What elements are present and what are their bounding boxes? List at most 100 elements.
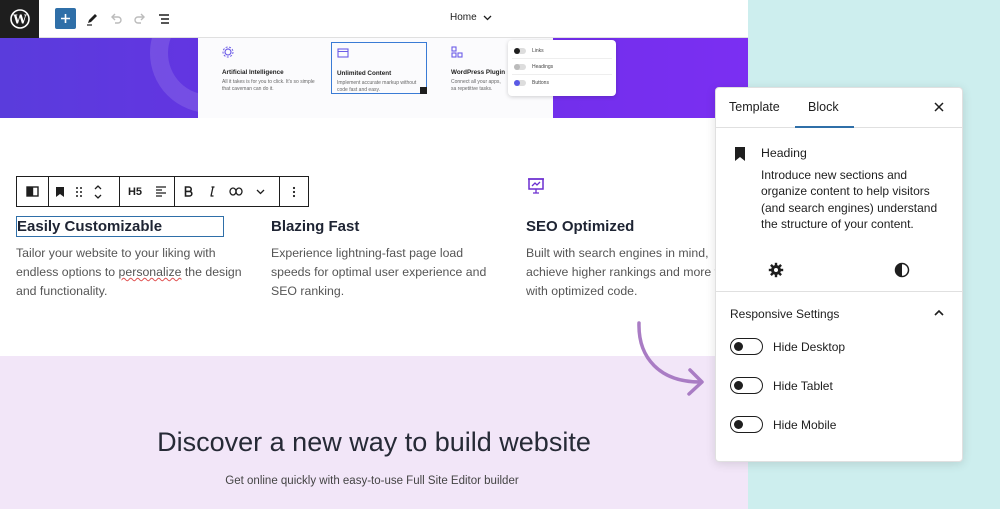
panel-divider — [716, 291, 962, 292]
curved-arrow-icon — [637, 321, 704, 396]
block-toolbar: H5 — [16, 176, 309, 207]
chevron-down-icon — [256, 189, 264, 194]
hero-section: Artificial Intelligence All it takes is … — [0, 38, 748, 118]
hero-toggle-row: Headings — [512, 59, 612, 75]
hero-feature-item-selected[interactable]: Unlimited Content Implement accurate mar… — [331, 42, 427, 94]
hero-feature-text: All it takes is for you to click. It's s… — [222, 79, 315, 93]
hide-mobile-label: Hide Mobile — [773, 417, 837, 432]
feature-fast: Blazing Fast Experience lightning-fast p… — [271, 217, 503, 301]
align-button[interactable] — [150, 177, 172, 206]
undo-icon[interactable] — [106, 9, 126, 29]
hero-toggle-row: Links — [512, 43, 612, 59]
block-toolbar-group: H5 — [119, 176, 175, 207]
hide-desktop-toggle[interactable] — [730, 338, 763, 355]
align-icon — [156, 186, 166, 197]
hero-feature-item: WordPress Plugin Connect all your apps, … — [446, 42, 508, 94]
gear-icon — [222, 46, 234, 58]
tab-block[interactable]: Block — [808, 100, 839, 114]
mini-toggle — [514, 47, 526, 54]
features-card: Artificial Intelligence All it takes is … — [198, 38, 553, 118]
hero-feature-text: Implement accurate markup without code f… — [337, 80, 417, 94]
editor-canvas: W Home Artificial Intelligence All it ta… — [0, 0, 748, 509]
hero-feature-item: Artificial Intelligence All it takes is … — [217, 42, 327, 94]
feature-description: Tailor your website to your liking with … — [16, 244, 248, 301]
hero-toggle-card: Links Headings Buttons — [508, 40, 616, 96]
more-formats-button[interactable] — [249, 177, 271, 206]
spellcheck-word: personalize — [118, 265, 182, 279]
wordpress-logo-icon[interactable]: W — [0, 0, 39, 38]
tab-template[interactable]: Template — [729, 100, 780, 114]
hide-tablet-toggle[interactable] — [730, 377, 763, 394]
pencil-icon[interactable] — [82, 9, 102, 29]
hide-desktop-label: Hide Desktop — [773, 339, 846, 354]
hero-feature-text: Connect all your apps, sa repetitive tas… — [451, 79, 501, 93]
heading-level-button[interactable]: H5 — [120, 177, 150, 206]
drag-handle-icon — [76, 186, 82, 197]
mini-toggle — [514, 80, 526, 86]
bookmark-icon — [735, 147, 745, 161]
hero-feature-title: WordPress Plugin — [451, 69, 506, 76]
move-up-down-button[interactable] — [87, 177, 109, 206]
hide-tablet-label: Hide Tablet — [773, 378, 833, 393]
block-type-button[interactable] — [49, 177, 71, 206]
bold-button[interactable] — [175, 177, 201, 206]
block-inserter-button[interactable] — [55, 8, 76, 29]
close-panel-button[interactable] — [930, 98, 948, 116]
svg-text:W: W — [12, 12, 27, 26]
drag-handle-button[interactable] — [71, 177, 87, 206]
cta-subtitle: Get online quickly with easy-to-use Full… — [225, 475, 519, 487]
italic-button[interactable] — [201, 177, 223, 206]
hide-mobile-row: Hide Mobile — [730, 416, 836, 433]
block-toolbar-group — [174, 176, 280, 207]
block-card-description: Introduce new sections and organize cont… — [761, 168, 938, 231]
hero-toggle-label: Headings — [532, 63, 554, 70]
block-settings-panel: Template Block Heading Introduce new sec… — [715, 87, 963, 462]
panel-tabs: Template Block — [716, 88, 962, 128]
hide-mobile-toggle[interactable] — [730, 416, 763, 433]
active-tab-indicator — [795, 126, 854, 128]
presentation-chart-icon — [528, 178, 544, 194]
resize-handle[interactable] — [420, 87, 427, 94]
bold-icon — [184, 186, 193, 197]
parent-block-button[interactable] — [17, 177, 48, 206]
block-toolbar-group — [279, 176, 309, 207]
move-up-down-icon — [94, 184, 102, 199]
hero-toggle-label: Buttons — [532, 80, 549, 86]
close-icon — [934, 102, 944, 112]
feature-title: Blazing Fast — [271, 218, 360, 235]
plus-icon — [61, 14, 70, 23]
bookmark-icon — [56, 186, 64, 197]
document-title-text: Home — [450, 12, 477, 23]
feature-title-editing[interactable]: Easily Customizable — [16, 216, 224, 237]
list-view-icon[interactable] — [154, 9, 174, 29]
block-toolbar-group — [48, 176, 120, 207]
link-button[interactable] — [223, 177, 249, 206]
editor-top-bar: W Home — [0, 0, 748, 38]
hero-feature-title: Unlimited Content — [337, 70, 392, 77]
responsive-settings-title[interactable]: Responsive Settings — [730, 307, 839, 321]
hero-toggle-label: Links — [532, 47, 544, 54]
hide-tablet-row: Hide Tablet — [730, 377, 833, 394]
feature-customizable: Easily Customizable Tailor your website … — [16, 216, 248, 301]
redo-icon[interactable] — [130, 9, 150, 29]
block-toolbar-group — [16, 176, 49, 207]
columns-icon — [26, 186, 39, 197]
gear-icon[interactable] — [768, 262, 784, 278]
block-card-title: Heading — [761, 146, 807, 160]
document-title[interactable]: Home — [450, 12, 492, 23]
window-icon — [337, 48, 349, 58]
chevron-up-icon[interactable] — [932, 306, 946, 320]
hero-toggle-row: Buttons — [512, 75, 612, 91]
cta-title: Discover a new way to build website — [157, 427, 591, 457]
italic-icon — [210, 186, 215, 197]
mini-toggle — [514, 63, 526, 70]
link-icon — [229, 187, 243, 196]
chevron-down-icon — [483, 15, 492, 20]
hero-feature-title: Artificial Intelligence — [222, 69, 284, 76]
contrast-icon[interactable] — [894, 262, 910, 278]
feature-description: Experience lightning-fast page load spee… — [271, 246, 487, 298]
hide-desktop-row: Hide Desktop — [730, 338, 845, 355]
plugin-icon — [451, 46, 463, 58]
options-button[interactable] — [280, 177, 308, 206]
more-options-icon — [292, 186, 296, 197]
